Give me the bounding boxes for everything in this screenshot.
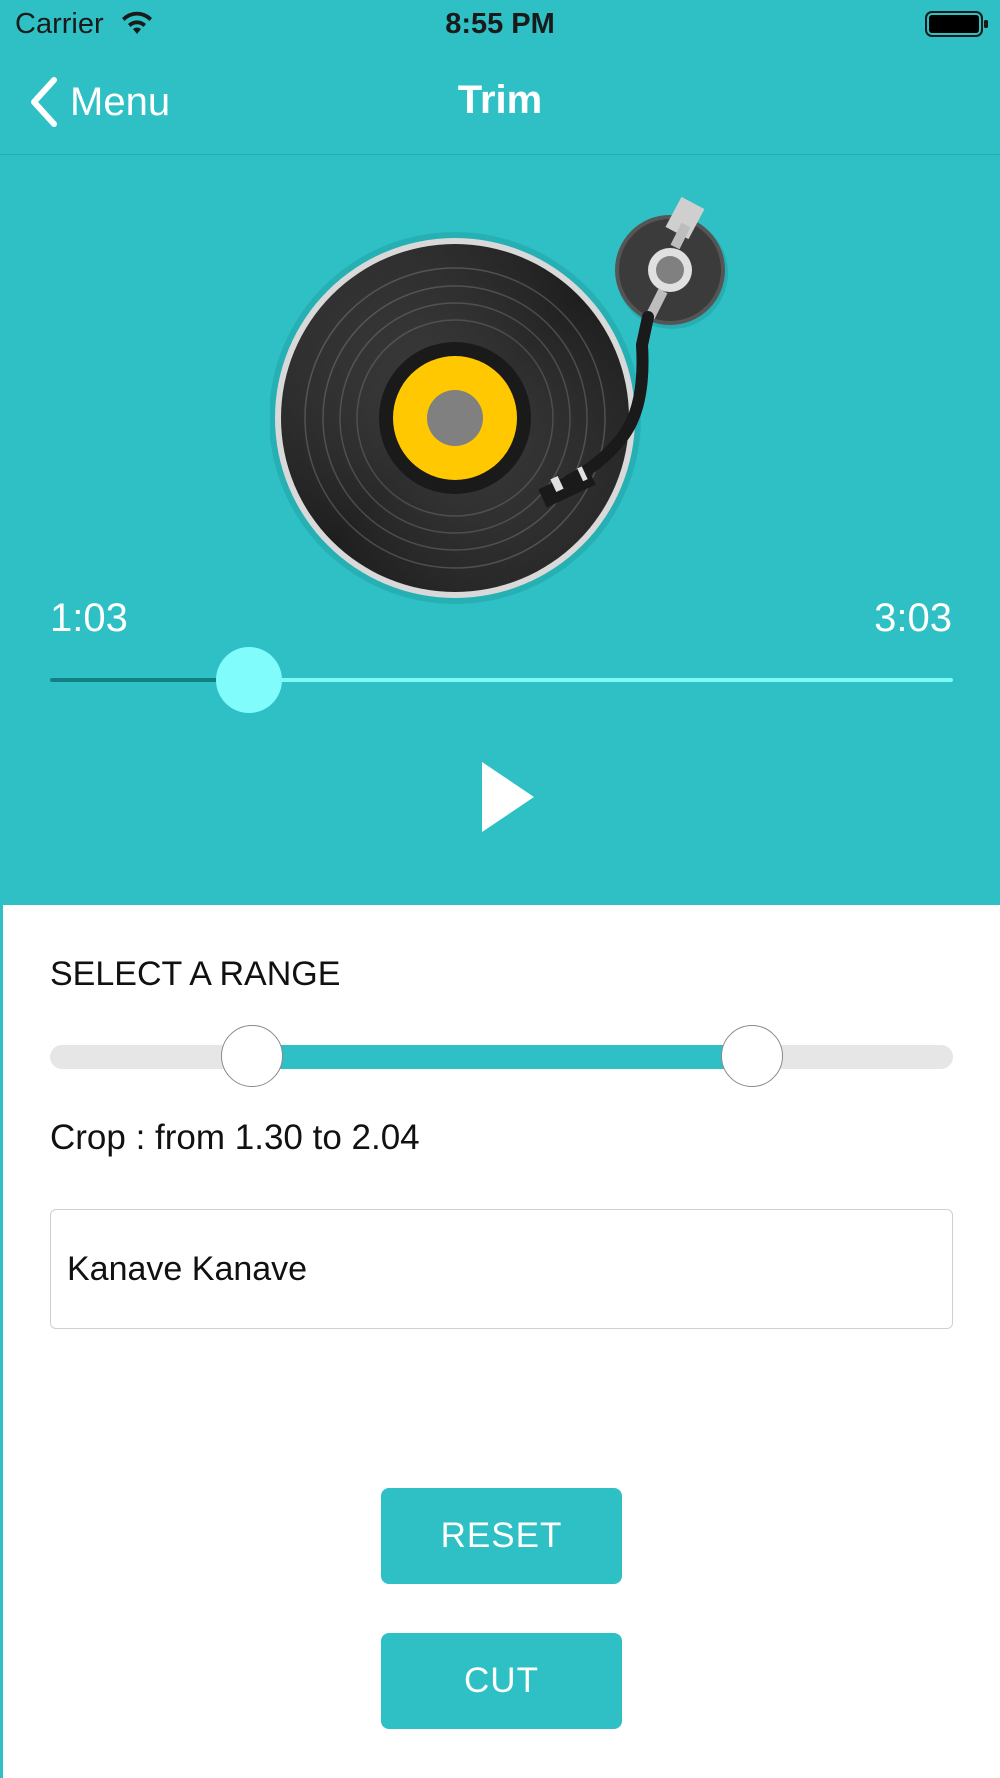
range-slider[interactable] [50, 1025, 953, 1091]
battery-icon [925, 10, 989, 43]
play-icon [482, 762, 534, 832]
turntable-icon [269, 195, 740, 605]
clock: 8:55 PM [445, 8, 555, 40]
left-edge-strip [0, 905, 3, 1778]
cut-button[interactable]: CUT [381, 1633, 622, 1729]
crop-label: Crop : from 1.30 to 2.04 [50, 1118, 420, 1157]
range-start-thumb[interactable] [221, 1025, 284, 1087]
navigation-bar: Menu Trim [0, 50, 1000, 155]
total-time: 3:03 [874, 596, 952, 640]
file-name-field[interactable] [50, 1209, 953, 1329]
seek-slider[interactable] [50, 647, 953, 713]
page-title: Trim [457, 78, 543, 122]
current-time: 1:03 [50, 596, 128, 640]
play-button[interactable] [478, 760, 538, 834]
range-selected [252, 1045, 752, 1069]
range-title: SELECT A RANGE [50, 955, 341, 993]
seek-thumb[interactable] [215, 647, 282, 713]
status-bar: Carrier 8:55 PM [0, 0, 1000, 50]
reset-button[interactable]: RESET [381, 1488, 622, 1584]
range-end-thumb[interactable] [720, 1025, 783, 1087]
